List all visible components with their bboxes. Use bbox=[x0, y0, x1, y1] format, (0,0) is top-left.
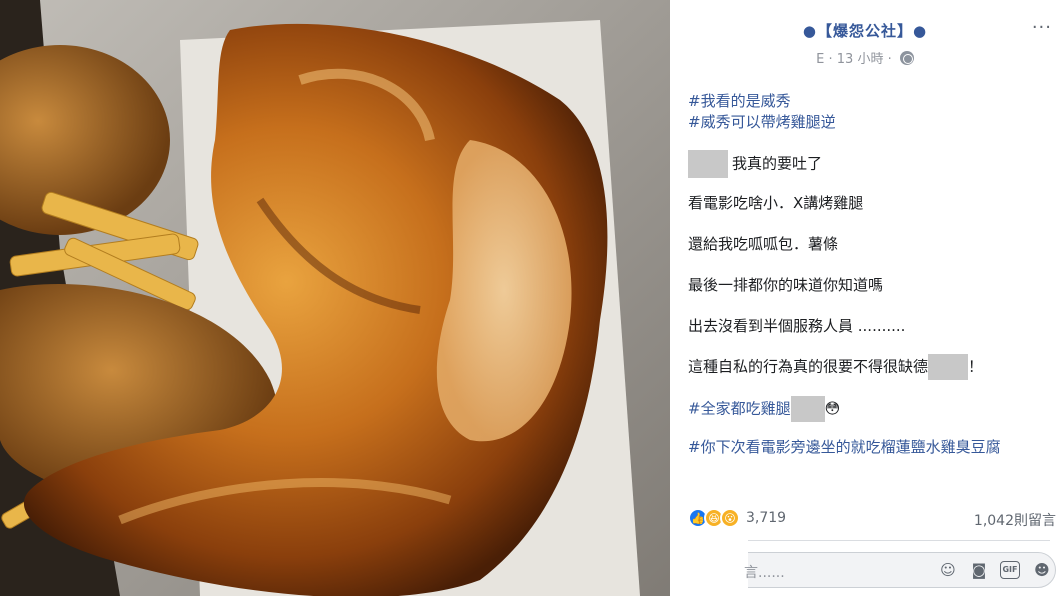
camera-icon[interactable]: ◙ bbox=[969, 560, 989, 580]
post-meta: E · 13 小時 · bbox=[670, 48, 1060, 67]
flushed-emoji-icon: 😳 bbox=[824, 399, 841, 418]
hashtag-link-4[interactable]: #你下次看電影旁邊坐的就吃榴蓮鹽水雞臭豆腐 bbox=[688, 436, 1001, 457]
meta-prefix: E bbox=[816, 52, 825, 67]
globe-icon bbox=[899, 51, 914, 65]
post-text-line-3: 還給我吃呱呱包．薯條 bbox=[688, 235, 839, 253]
redacted-block-2 bbox=[928, 354, 969, 380]
post-text-line-1: 我真的要吐了 bbox=[688, 150, 822, 178]
redacted-block bbox=[688, 150, 728, 178]
roast-chicken-image bbox=[0, 0, 670, 596]
post-text-line-2: 看電影吃啥小．X講烤雞腿 bbox=[688, 194, 864, 212]
line-6-text: 這種自私的行為真的很要不得很缺德 bbox=[688, 357, 929, 376]
line-1-text: 我真的要吐了 bbox=[732, 154, 823, 173]
redacted-block-3 bbox=[790, 396, 825, 422]
hashtag-link-2[interactable]: #威秀可以帶烤雞腿逆 bbox=[688, 111, 836, 132]
post-text-line-4: 最後一排都你的味道你知道嗎 bbox=[688, 276, 884, 294]
sticker-icon[interactable]: ☻ bbox=[1032, 560, 1052, 580]
post-timestamp[interactable]: 13 小時 bbox=[837, 52, 884, 67]
line-6-end: ！ bbox=[968, 357, 984, 376]
emoji-icon[interactable]: ☺ bbox=[938, 560, 958, 580]
hashtag-link-3[interactable]: #全家都吃雞腿 bbox=[688, 400, 791, 418]
hashtag-link-1[interactable]: #我看的是威秀 bbox=[688, 90, 791, 111]
comment-placeholder: 言...... bbox=[744, 565, 785, 581]
wow-icon: 😮 bbox=[720, 508, 740, 528]
post-panel: ●【爆怨公社】● ··· E · 13 小時 · #我看的是威秀 #威秀可以帶烤… bbox=[670, 0, 1060, 596]
comment-avatar-area bbox=[678, 540, 748, 596]
reactions-summary[interactable]: 👍 😆 😮 3,719 bbox=[688, 508, 786, 528]
page-name-link[interactable]: ●【爆怨公社】● bbox=[670, 20, 1060, 41]
hashtag-line-3: #全家都吃雞腿 😳 bbox=[688, 396, 840, 422]
comment-count-link[interactable]: 1,042則留言 bbox=[974, 510, 1056, 530]
meta-separator: · bbox=[828, 52, 833, 67]
reaction-count: 3,719 bbox=[746, 510, 787, 526]
more-options-icon[interactable]: ··· bbox=[1032, 17, 1052, 38]
post-text-line-6: 這種自私的行為真的很要不得很缺德 ！ bbox=[688, 354, 983, 380]
post-photo[interactable] bbox=[0, 0, 670, 596]
meta-separator-2: · bbox=[887, 52, 892, 67]
post-text-line-5: 出去沒看到半個服務人員 .......... bbox=[688, 317, 906, 335]
gif-icon[interactable]: GIF bbox=[1000, 561, 1020, 579]
